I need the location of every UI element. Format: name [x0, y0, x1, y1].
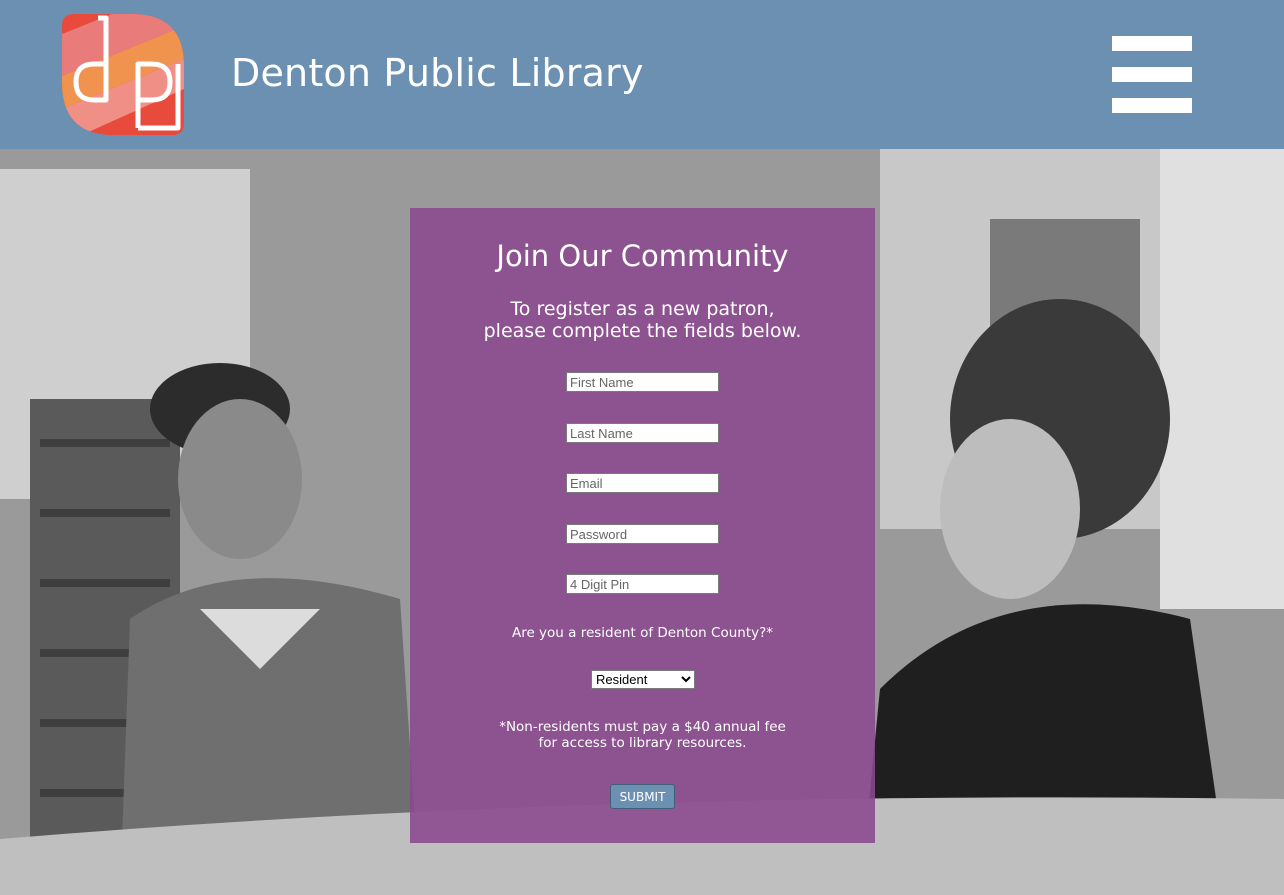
menu-bar: [1112, 36, 1192, 51]
form-title: Join Our Community: [496, 239, 789, 273]
site-title[interactable]: Denton Public Library: [231, 48, 644, 98]
residency-select[interactable]: Resident: [591, 670, 695, 689]
first-name-input[interactable]: [566, 372, 719, 392]
fee-note-line2: for access to library resources.: [538, 735, 747, 751]
site-header: Denton Public Library: [0, 0, 1284, 149]
fee-note: *Non-residents must pay a $40 annual fee…: [410, 719, 875, 751]
pin-input[interactable]: [566, 574, 719, 594]
library-logo[interactable]: [62, 14, 184, 135]
form-subtitle: To register as a new patron, please comp…: [410, 298, 875, 342]
password-input[interactable]: [566, 524, 719, 544]
hamburger-menu-icon[interactable]: [1112, 36, 1192, 113]
dp-logo-icon: [62, 14, 184, 135]
fee-note-line1: *Non-residents must pay a $40 annual fee: [499, 719, 786, 735]
menu-bar: [1112, 67, 1192, 82]
residency-question: Are you a resident of Denton County?*: [511, 625, 774, 641]
last-name-input[interactable]: [566, 423, 719, 443]
registration-panel: Join Our Community To register as a new …: [410, 208, 875, 843]
submit-button[interactable]: SUBMIT: [610, 784, 675, 809]
form-subtitle-line2: please complete the fields below.: [483, 320, 802, 342]
menu-bar: [1112, 98, 1192, 113]
form-subtitle-line1: To register as a new patron,: [510, 298, 775, 320]
email-input[interactable]: [566, 473, 719, 493]
